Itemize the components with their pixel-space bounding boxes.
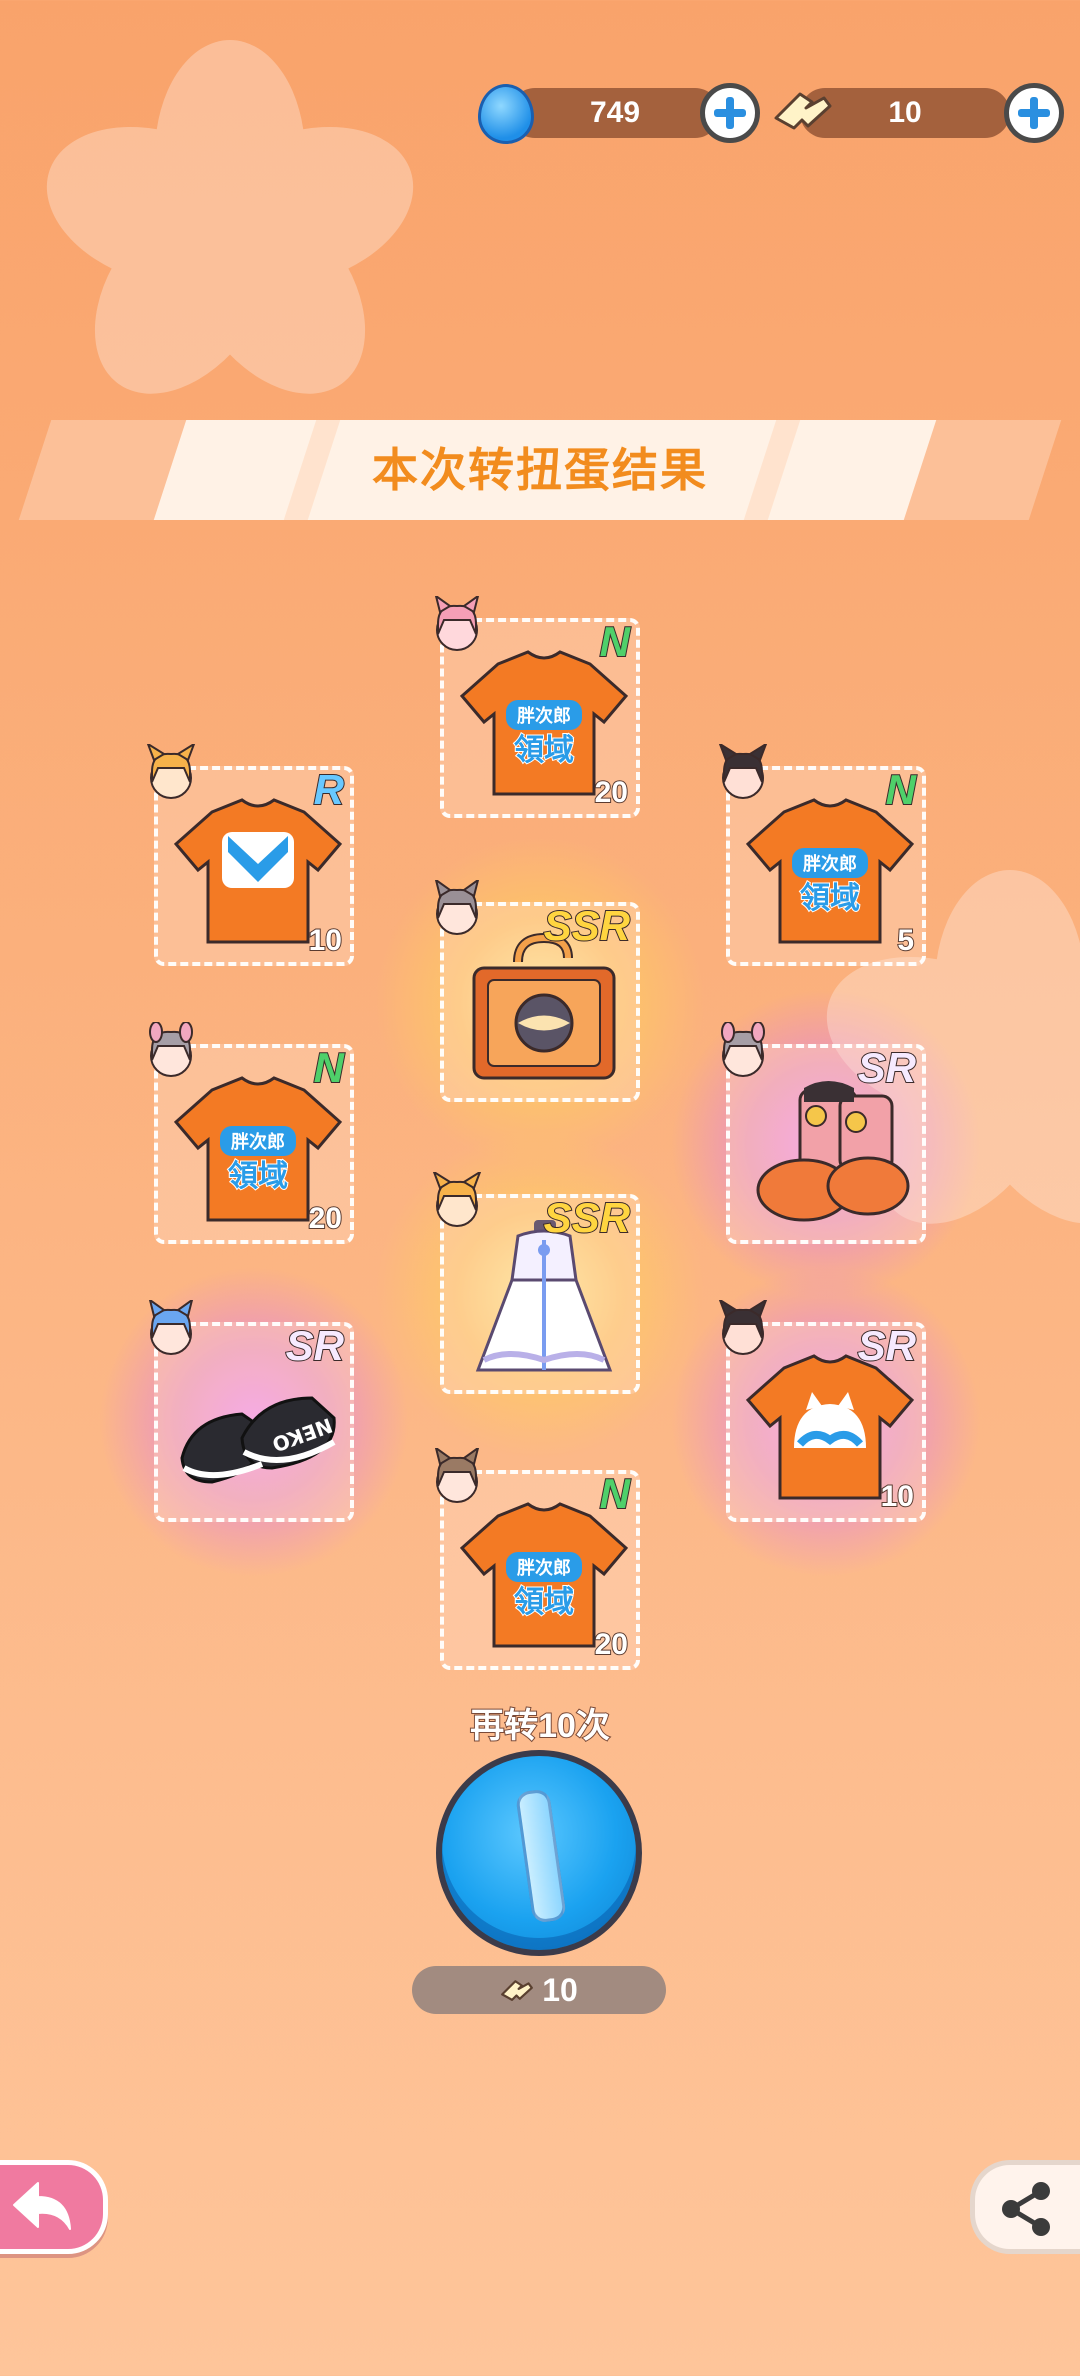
page-title: 本次转扭蛋结果 (372, 444, 708, 496)
gacha-handle-icon (514, 1788, 568, 1924)
add-gems-button[interactable] (700, 83, 760, 143)
rarity-badge: SR (285, 1321, 345, 1370)
treasure-chest-icon (472, 932, 616, 1080)
svg-text:胖次郎: 胖次郎 (517, 1557, 571, 1579)
add-coupons-button[interactable] (1004, 83, 1064, 143)
spin-again-label: 再转10次 (469, 1706, 611, 1746)
rarity-badge: SR (857, 1043, 917, 1092)
spin-cost: 10 (412, 1966, 666, 2014)
spin-again-button[interactable] (436, 1750, 642, 1956)
rarity-badge: SR (857, 1321, 917, 1370)
svg-text:胖次郎: 胖次郎 (517, 705, 571, 727)
rarity-badge: N (885, 765, 917, 814)
svg-text:領域: 領域 (800, 881, 860, 916)
share-icon (1002, 2182, 1050, 2236)
result-card[interactable]: SSR (374, 836, 706, 1168)
result-card[interactable]: SR (670, 988, 982, 1300)
rarity-badge: SSR (543, 901, 631, 950)
item-count: 20 (308, 1201, 343, 1236)
item-count: 10 (880, 1479, 915, 1514)
item-count: 20 (594, 1627, 629, 1662)
rarity-badge: N (599, 1469, 631, 1518)
result-card[interactable]: 胖次郎 領域 N 20 (434, 1448, 640, 1670)
orange-tshirt-icon: 胖次郎 領域 (745, 798, 915, 944)
item-count: 20 (594, 775, 629, 810)
item-count: 10 (308, 923, 343, 958)
share-button[interactable] (970, 2160, 1080, 2254)
result-card[interactable]: R 10 (146, 744, 354, 966)
svg-text:領域: 領域 (228, 1159, 288, 1194)
blue-gem-icon (478, 84, 534, 144)
gacha-coupon-icon (774, 92, 832, 130)
svg-text:領域: 領域 (514, 733, 574, 768)
svg-text:領域: 領域 (514, 1585, 574, 1620)
rarity-badge: SSR (543, 1193, 631, 1242)
result-card[interactable]: 胖次郎 領域 N 20 (149, 1022, 354, 1244)
svg-text:胖次郎: 胖次郎 (231, 1131, 285, 1153)
rarity-badge: N (599, 617, 631, 666)
pumpkin-boots-icon (756, 1081, 910, 1222)
svg-text:胖次郎: 胖次郎 (803, 853, 857, 875)
result-card[interactable]: 胖次郎 領域 N 5 (718, 744, 926, 966)
result-card[interactable]: NEKO SR (98, 1266, 410, 1578)
rarity-badge: N (313, 1043, 345, 1092)
rarity-badge: R (313, 765, 345, 814)
result-card[interactable]: 胖次郎 領域 N 20 (434, 596, 640, 818)
item-count: 5 (896, 923, 915, 958)
gem-count: 749 (510, 88, 720, 138)
result-card[interactable]: SR 10 (670, 1266, 982, 1578)
background-flower-top-left (26, 40, 434, 428)
gacha-coupon-icon (501, 1980, 534, 2001)
back-arrow-icon (13, 2182, 71, 2230)
spin-cost-value: 10 (542, 1971, 578, 2008)
back-button[interactable] (0, 2160, 108, 2254)
result-card[interactable]: SSR (374, 1128, 706, 1460)
white-lace-dress-icon (475, 1220, 613, 1372)
neko-sneakers-icon: NEKO (180, 1396, 336, 1484)
